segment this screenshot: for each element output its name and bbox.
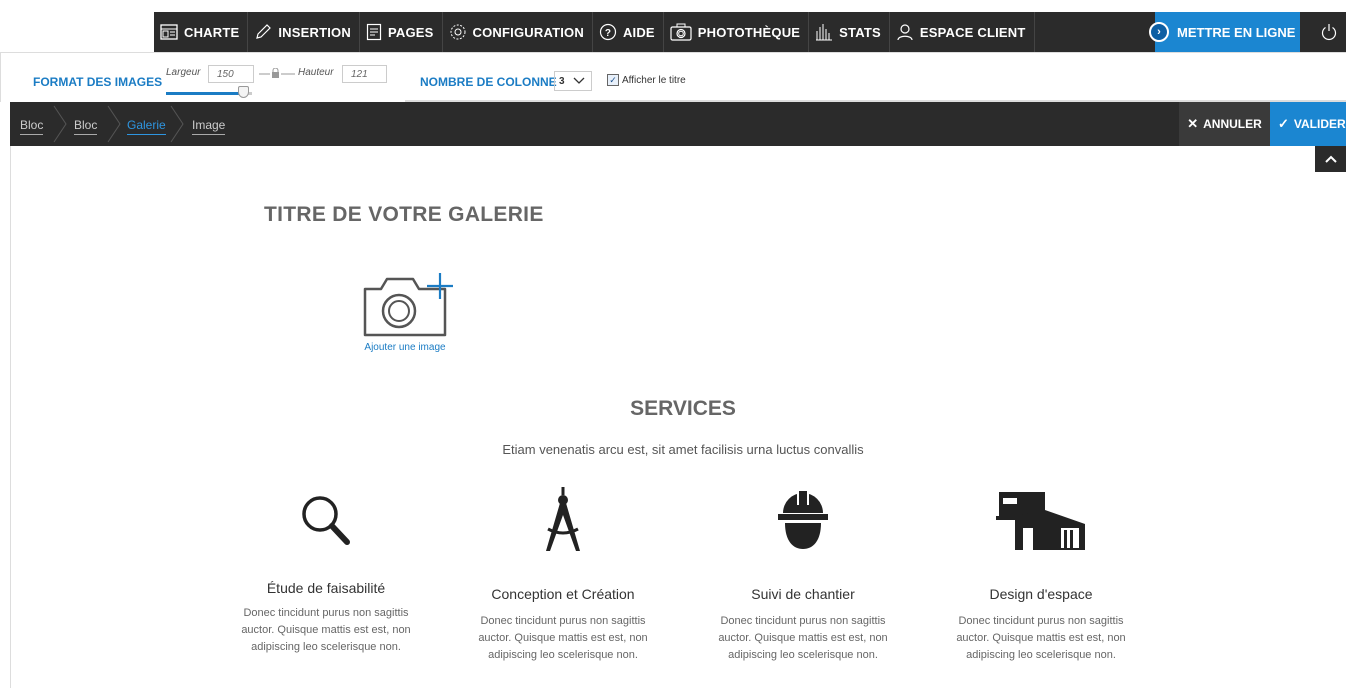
nav-phototheque[interactable]: PHOTOTHÈQUE — [664, 12, 810, 52]
nav-insertion[interactable]: INSERTION — [248, 12, 360, 52]
service-card: Étude de faisabilité Donec tincidunt pur… — [206, 480, 446, 656]
chevron-up-icon — [1324, 155, 1337, 163]
validate-label: VALIDER — [1293, 117, 1346, 131]
largeur-label: Largeur — [166, 67, 201, 78]
power-icon — [1321, 24, 1337, 41]
building-icon — [921, 480, 1161, 560]
nav-charte[interactable]: CHARTE — [154, 12, 249, 52]
nav-aide[interactable]: ? AIDE — [593, 12, 664, 52]
format-label: FORMAT DES IMAGES — [33, 75, 163, 89]
largeur-input[interactable]: 150 — [208, 65, 254, 83]
breadcrumb-item-active[interactable]: Galerie — [127, 118, 166, 135]
publish-button[interactable]: › METTRE EN LIGNE — [1149, 12, 1300, 52]
close-icon: ✕ — [1187, 116, 1199, 131]
bars-icon — [816, 24, 833, 41]
hauteur-label: Hauteur — [298, 67, 334, 78]
main-toolbar: CHARTE INSERTION PAGES CONFIGURATION ? A… — [154, 12, 1346, 52]
nav-label: PAGES — [387, 24, 434, 40]
check-icon: ✓ — [1278, 116, 1289, 131]
service-card: Design d'espace Donec tincidunt purus no… — [921, 480, 1161, 664]
service-name: Étude de faisabilité — [266, 580, 386, 596]
helmet-icon — [683, 480, 923, 560]
nav-configuration[interactable]: CONFIGURATION — [443, 12, 593, 52]
breadcrumb-item[interactable]: Image — [192, 118, 226, 135]
service-desc: Donec tincidunt purus non sagittis aucto… — [718, 615, 888, 661]
services-subtitle: Etiam venenatis arcu est, sit amet facil… — [502, 442, 864, 457]
columns-select[interactable]: 3 — [554, 71, 592, 91]
nav-label: PHOTOTHÈQUE — [697, 24, 801, 40]
validate-button[interactable]: ✓ VALIDER — [1270, 102, 1346, 146]
service-desc: Donec tincidunt purus non sagittis aucto… — [241, 607, 411, 653]
service-desc: Donec tincidunt purus non sagittis aucto… — [478, 615, 648, 661]
cancel-label: ANNULER — [1203, 117, 1262, 131]
columns-label: NOMBRE DE COLONNE — [420, 75, 557, 89]
nav-label: STATS — [839, 24, 881, 40]
camera-add-icon — [363, 273, 453, 337]
slider-thumb[interactable] — [238, 86, 249, 98]
hauteur-input[interactable]: 121 — [342, 65, 387, 83]
breadcrumb: Bloc Bloc Galerie Image ✕ ANNULER ✓ VALI… — [10, 102, 1346, 146]
user-icon — [897, 24, 913, 41]
add-image-button[interactable]: Ajouter une image — [345, 265, 465, 355]
nav-label: ESPACE CLIENT — [919, 24, 1026, 40]
magnifier-icon — [206, 480, 446, 560]
services-title: SERVICES — [630, 397, 736, 420]
chevron-right-icon: › — [1149, 22, 1169, 42]
service-desc: Donec tincidunt purus non sagittis aucto… — [956, 615, 1126, 661]
pages-icon — [366, 23, 382, 41]
gear-icon — [450, 24, 466, 40]
add-image-label: Ajouter une image — [364, 342, 446, 353]
chevron-right-icon — [170, 105, 184, 143]
compass-icon — [443, 480, 683, 560]
pencil-icon — [256, 24, 272, 39]
size-slider[interactable] — [166, 86, 252, 98]
lock-ratio-icon[interactable] — [257, 68, 299, 80]
image-format-bar: FORMAT DES IMAGES Largeur 150 Hauteur 12… — [0, 52, 1346, 104]
service-name: Design d'espace — [989, 586, 1093, 602]
breadcrumb-item[interactable]: Bloc — [74, 118, 98, 135]
service-card: Conception et Création Donec tincidunt p… — [443, 480, 683, 664]
nav-espace-client[interactable]: ESPACE CLIENT — [890, 12, 1035, 52]
nav-stats[interactable]: STATS — [809, 12, 890, 52]
publish-label: METTRE EN LIGNE — [1177, 24, 1296, 40]
collapse-button[interactable] — [1315, 146, 1346, 172]
nav-pages[interactable]: PAGES — [360, 12, 443, 52]
help-icon: ? — [599, 23, 617, 41]
show-title-label: Afficher le titre — [622, 74, 686, 86]
gallery-title[interactable]: TITRE DE VOTRE GALERIE — [264, 203, 544, 227]
chevron-right-icon — [53, 105, 67, 143]
template-icon — [160, 24, 178, 40]
camera-icon — [670, 23, 692, 41]
checkbox-checked-icon[interactable]: ✓ — [607, 74, 619, 86]
power-button[interactable] — [1312, 12, 1346, 52]
service-card: Suivi de chantier Donec tincidunt purus … — [683, 480, 923, 664]
cancel-button[interactable]: ✕ ANNULER — [1179, 102, 1270, 146]
slider-fill — [166, 92, 244, 95]
service-name: Suivi de chantier — [751, 586, 855, 602]
nav-label: AIDE — [622, 24, 655, 40]
nav-label: INSERTION — [278, 24, 351, 40]
chevron-right-icon — [107, 105, 121, 143]
service-name: Conception et Création — [491, 586, 635, 602]
breadcrumb-item[interactable]: Bloc — [20, 118, 44, 135]
columns-value: 3 — [559, 75, 565, 87]
nav-label: CONFIGURATION — [472, 24, 584, 40]
show-title-toggle[interactable]: ✓ Afficher le titre — [607, 74, 686, 86]
svg-text:?: ? — [605, 28, 611, 39]
nav-label: CHARTE — [184, 24, 240, 40]
main-nav: CHARTE INSERTION PAGES CONFIGURATION ? A… — [154, 12, 1035, 52]
chevron-down-icon — [573, 77, 585, 84]
